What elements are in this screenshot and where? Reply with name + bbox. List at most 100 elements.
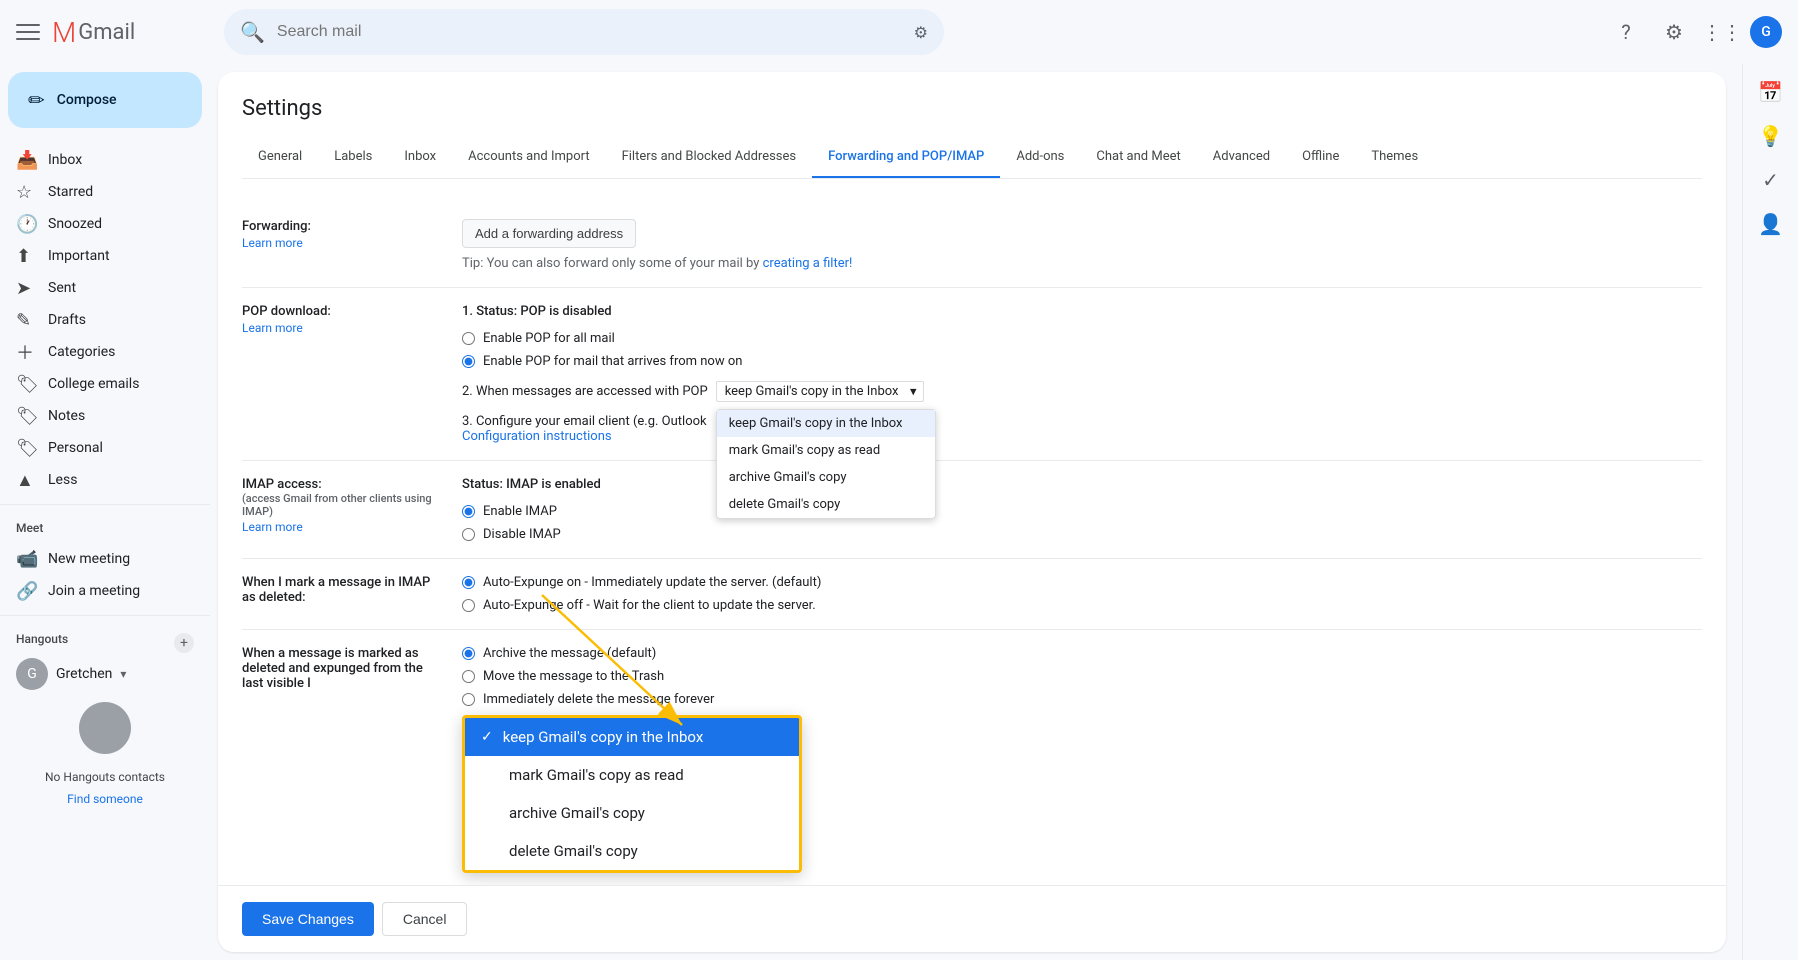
save-changes-button[interactable]: Save Changes [242,902,374,936]
imap-row: IMAP access: (access Gmail from other cl… [242,461,1702,559]
find-someone-link[interactable]: Find someone [16,792,194,806]
large-opt-archive[interactable]: archive Gmail's copy [465,794,799,832]
apps-icon[interactable]: ⋮⋮ [1702,12,1742,52]
pop-opt-archive[interactable]: archive Gmail's copy [717,464,935,491]
sidebar-item-starred[interactable]: ☆ Starred [0,176,194,208]
imap-trash-radio[interactable] [462,670,475,683]
search-options-icon[interactable]: ⚙ [914,23,928,42]
imap-trash-option[interactable]: Move the message to the Trash [462,669,1702,684]
sidebar-item-drafts[interactable]: ✎ Drafts [0,304,194,336]
large-opt-delete[interactable]: delete Gmail's copy [465,832,799,870]
pop-option1-radio[interactable] [462,332,475,345]
cancel-button[interactable]: Cancel [382,902,468,936]
sidebar-item-label: Sent [48,280,76,296]
pop-small-dropdown-menu: keep Gmail's copy in the Inbox mark Gmai… [716,409,936,519]
pop-small-dropdown[interactable]: keep Gmail's copy in the Inbox keep Gmai… [716,381,924,402]
imap-expunge-on[interactable]: Auto-Expunge on - Immediately update the… [462,575,1702,590]
pop-small-dropdown-trigger[interactable]: keep Gmail's copy in the Inbox [716,381,924,402]
imap-disable-radio[interactable] [462,528,475,541]
sidebar-item-label: Personal [48,440,103,456]
pop-opt-keep[interactable]: keep Gmail's copy in the Inbox [717,410,935,437]
sidebar-item-snoozed[interactable]: 🕐 Snoozed [0,208,194,240]
tasks-icon[interactable]: ✓ [1751,160,1791,200]
sidebar-item-important[interactable]: ⬆ Important [0,240,194,272]
menu-icon[interactable] [16,20,40,44]
imap-disable-option[interactable]: Disable IMAP [462,527,1702,542]
sidebar-item-less[interactable]: ▲ Less [0,464,194,496]
imap-delete-forever-radio[interactable] [462,693,475,706]
settings-wrapper: Settings General Labels Inbox Accounts a… [210,64,1742,960]
settings-title: Settings [242,96,1702,121]
pop-opt-read[interactable]: mark Gmail's copy as read [717,437,935,464]
topbar: M Gmail 🔍 ⚙ ? ⚙ ⋮⋮ G [0,0,1798,64]
imap-expunge-off-radio[interactable] [462,599,475,612]
tab-offline[interactable]: Offline [1286,137,1355,179]
sidebar-item-sent[interactable]: ➤ Sent [0,272,194,304]
tab-labels[interactable]: Labels [318,137,388,179]
sidebar-item-inbox[interactable]: 📥 Inbox [0,144,194,176]
pop-option2[interactable]: Enable POP for mail that arrives from no… [462,354,1702,369]
imap-enable-option[interactable]: Enable IMAP [462,504,1702,519]
hangout-user-item[interactable]: G Gretchen ▾ [16,654,194,694]
help-icon[interactable]: ? [1606,12,1646,52]
settings-icon[interactable]: ⚙ [1654,12,1694,52]
forwarding-label: Forwarding: Learn more [242,219,462,271]
checkmark-icon: ✓ [481,729,493,745]
pop-option1[interactable]: Enable POP for all mail [462,331,1702,346]
important-icon: ⬆ [16,246,36,267]
pop-radio-group: Enable POP for all mail Enable POP for m… [462,331,1702,369]
pop-config-link[interactable]: Configuration instructions [462,429,612,444]
pop-when-section: 2. When messages are accessed with POP k… [462,381,1702,402]
sidebar-item-notes[interactable]: 🏷 Notes [0,400,194,432]
avatar[interactable]: G [1750,16,1782,48]
calendar-icon[interactable]: 📅 [1751,72,1791,112]
imap-expunge-on-radio[interactable] [462,576,475,589]
imap-learn-more[interactable]: Learn more [242,520,438,534]
pop-opt-delete[interactable]: delete Gmail's copy [717,491,935,518]
sidebar-item-college-emails[interactable]: 🏷 College emails [0,368,194,400]
imap-enable-radio[interactable] [462,505,475,518]
pop-configure-section: 3. Configure your email client (e.g. Out… [462,414,1702,444]
sidebar-item-personal[interactable]: 🏷 Personal [0,432,194,464]
sidebar-item-label: Inbox [48,152,82,168]
search-input[interactable] [277,23,914,41]
tab-chat[interactable]: Chat and Meet [1080,137,1196,179]
add-hangout-button[interactable]: + [174,633,194,653]
tab-inbox[interactable]: Inbox [388,137,452,179]
search-bar[interactable]: 🔍 ⚙ [224,9,944,55]
sidebar-item-categories[interactable]: ＋ Categories [0,336,194,368]
large-dropdown-popup[interactable]: ✓ keep Gmail's copy in the Inbox mark Gm… [462,715,802,873]
tab-general[interactable]: General [242,137,318,179]
imap-archive-option[interactable]: Archive the message (default) [462,646,1702,661]
tab-advanced[interactable]: Advanced [1197,137,1286,179]
sidebar-item-new-meeting[interactable]: 📹 New meeting [0,543,194,575]
sidebar-item-label: New meeting [48,551,130,567]
creating-filter-link[interactable]: creating a filter! [763,256,853,271]
tab-addons[interactable]: Add-ons [1000,137,1080,179]
pop-value: 1. Status: POP is disabled Enable POP fo… [462,304,1702,444]
tab-forwarding[interactable]: Forwarding and POP/IMAP [812,137,1000,179]
imap-delete-forever-option[interactable]: Immediately delete the message forever [462,692,1702,707]
pop-download-row: POP download: Learn more 1. Status: POP … [242,288,1702,461]
compose-button[interactable]: ✏ Compose [8,72,202,128]
imap-archive-radio[interactable] [462,647,475,660]
tab-accounts[interactable]: Accounts and Import [452,137,605,179]
imap-expunged-label: When a message is marked as deleted and … [242,646,462,877]
tab-filters[interactable]: Filters and Blocked Addresses [606,137,813,179]
large-opt-keep[interactable]: ✓ keep Gmail's copy in the Inbox [465,718,799,756]
imap-expunged-group: Archive the message (default) Move the m… [462,646,1702,707]
add-forwarding-button[interactable]: Add a forwarding address [462,219,636,248]
forwarding-value: Add a forwarding address Tip: You can al… [462,219,1702,271]
tag-icon: 🏷 [16,374,36,395]
tab-themes[interactable]: Themes [1355,137,1434,179]
main-layout: ✏ Compose 📥 Inbox ☆ Starred 🕐 Snoozed ⬆ … [0,64,1798,960]
keep-icon[interactable]: 💡 [1751,116,1791,156]
sidebar-item-join-meeting[interactable]: 🔗 Join a meeting [0,575,194,607]
link-icon: 🔗 [16,581,36,602]
contacts-icon[interactable]: 👤 [1751,204,1791,244]
pop-learn-more[interactable]: Learn more [242,321,438,335]
large-opt-read[interactable]: mark Gmail's copy as read [465,756,799,794]
pop-option2-radio[interactable] [462,355,475,368]
forwarding-learn-more[interactable]: Learn more [242,236,438,250]
imap-expunge-off[interactable]: Auto-Expunge off - Wait for the client t… [462,598,1702,613]
